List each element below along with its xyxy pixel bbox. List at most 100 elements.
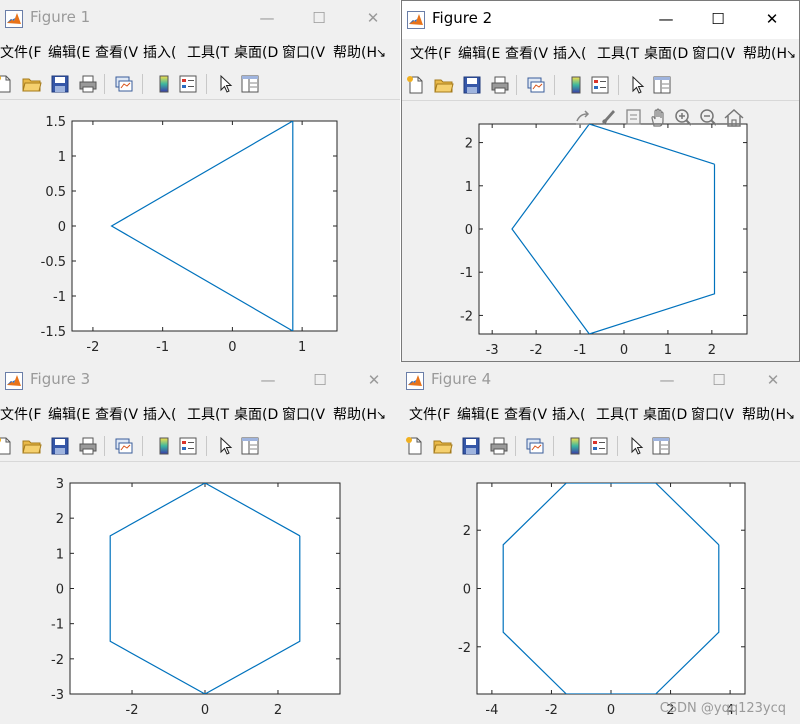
legend-icon[interactable] <box>590 75 610 95</box>
title-bar[interactable]: Figure 3 — ☐ ✕ <box>0 362 401 400</box>
open-folder-icon[interactable] <box>434 75 454 95</box>
minimize-button[interactable]: — <box>252 4 282 32</box>
colorbar-icon[interactable] <box>154 436 174 456</box>
new-file-icon[interactable] <box>0 74 14 94</box>
pointer-icon[interactable] <box>216 436 236 456</box>
link-plot-icon[interactable] <box>525 436 545 456</box>
menu-item[interactable]: 桌面(D <box>234 400 278 430</box>
new-file-icon[interactable] <box>0 436 14 456</box>
print-icon[interactable] <box>489 436 509 456</box>
save-icon[interactable] <box>461 436 481 456</box>
menu-item[interactable]: 工具(T <box>597 39 639 69</box>
menu-item[interactable]: 窗口(V <box>692 39 735 69</box>
close-button[interactable]: ✕ <box>359 366 389 394</box>
pan-hand-icon[interactable] <box>647 106 671 130</box>
menu-item[interactable]: 插入( <box>143 38 176 68</box>
datatip-icon[interactable] <box>622 106 646 130</box>
link-plot-icon[interactable] <box>114 74 134 94</box>
close-button[interactable]: ✕ <box>757 5 787 33</box>
menu-item[interactable]: 帮助(H <box>333 400 377 430</box>
menu-item[interactable]: 桌面(D <box>234 38 278 68</box>
minimize-button[interactable]: — <box>253 366 283 394</box>
home-icon[interactable] <box>722 106 746 130</box>
title-bar[interactable]: Figure 1 — ☐ ✕ <box>0 0 400 38</box>
figure-window-2[interactable]: Figure 2 — ☐ ✕ 文件(F 编辑(E 查看(V 插入(工具(T 桌面(D 窗口(V 帮助… <box>401 0 800 362</box>
colorbar-icon[interactable] <box>154 74 174 94</box>
menu-item[interactable]: 文件(F <box>409 400 451 430</box>
menu-item[interactable]: 查看(V <box>95 38 138 68</box>
figure-window-3[interactable]: Figure 3 — ☐ ✕ 文件(F 编辑(E 查看(V 插入(工具(T 桌面(D 窗口(V 帮助… <box>0 362 401 724</box>
menu-item[interactable]: 编辑(E <box>48 400 90 430</box>
menu-item[interactable]: 插入( <box>553 39 586 69</box>
colorbar-icon[interactable] <box>566 75 586 95</box>
export-icon[interactable] <box>572 106 596 130</box>
menu-item[interactable]: 编辑(E <box>457 400 499 430</box>
menu-item[interactable]: 窗口(V <box>691 400 734 430</box>
save-icon[interactable] <box>50 436 70 456</box>
menu-item[interactable]: 工具(T <box>596 400 638 430</box>
menu-item[interactable]: 桌面(D <box>644 39 688 69</box>
menu-item[interactable]: 窗口(V <box>282 38 325 68</box>
property-editor-icon[interactable] <box>240 74 260 94</box>
print-icon[interactable] <box>78 436 98 456</box>
print-icon[interactable] <box>490 75 510 95</box>
menu-item[interactable]: 插入( <box>552 400 585 430</box>
menu-overflow-icon[interactable]: ↘ <box>376 400 386 430</box>
save-icon[interactable] <box>50 74 70 94</box>
menu-item[interactable]: 编辑(E <box>458 39 500 69</box>
open-folder-icon[interactable] <box>433 436 453 456</box>
menu-item[interactable]: 文件(F <box>410 39 452 69</box>
link-plot-icon[interactable] <box>526 75 546 95</box>
open-folder-icon[interactable] <box>22 436 42 456</box>
figure-window-1[interactable]: Figure 1 — ☐ ✕ 文件(F 编辑(E 查看(V 插入(工具(T 桌面(D 窗口(V 帮助… <box>0 0 400 362</box>
menu-item[interactable]: 帮助(H <box>743 39 787 69</box>
menu-overflow-icon[interactable]: ↘ <box>376 38 386 68</box>
brush-icon[interactable] <box>597 106 621 130</box>
axes-box[interactable] <box>478 123 748 335</box>
close-button[interactable]: ✕ <box>358 4 388 32</box>
menu-item[interactable]: 文件(F <box>0 38 42 68</box>
legend-icon[interactable] <box>178 74 198 94</box>
property-editor-icon[interactable] <box>652 75 672 95</box>
link-plot-icon[interactable] <box>114 436 134 456</box>
menu-item[interactable]: 查看(V <box>504 400 547 430</box>
menu-overflow-icon[interactable]: ↘ <box>785 400 795 430</box>
menu-item[interactable]: 文件(F <box>0 400 42 430</box>
zoom-out-icon[interactable] <box>697 106 721 130</box>
colorbar-icon[interactable] <box>565 436 585 456</box>
pointer-icon[interactable] <box>216 74 236 94</box>
menu-item[interactable]: 桌面(D <box>643 400 687 430</box>
menu-item[interactable]: 帮助(H <box>742 400 786 430</box>
pointer-icon[interactable] <box>628 75 648 95</box>
minimize-button[interactable]: — <box>652 366 682 394</box>
title-bar[interactable]: Figure 4 — ☐ ✕ <box>401 362 800 400</box>
close-button[interactable]: ✕ <box>758 366 788 394</box>
property-editor-icon[interactable] <box>240 436 260 456</box>
figure-window-4[interactable]: Figure 4 — ☐ ✕ 文件(F 编辑(E 查看(V 插入(工具(T 桌面(D 窗口(V 帮助… <box>401 362 800 724</box>
legend-icon[interactable] <box>589 436 609 456</box>
pointer-icon[interactable] <box>627 436 647 456</box>
property-editor-icon[interactable] <box>651 436 671 456</box>
maximize-button[interactable]: ☐ <box>305 366 335 394</box>
maximize-button[interactable]: ☐ <box>304 4 334 32</box>
menu-item[interactable]: 工具(T <box>187 38 229 68</box>
title-bar[interactable]: Figure 2 — ☐ ✕ <box>402 1 799 39</box>
new-file-icon[interactable] <box>405 436 425 456</box>
open-folder-icon[interactable] <box>22 74 42 94</box>
menu-overflow-icon[interactable]: ↘ <box>786 39 796 69</box>
save-icon[interactable] <box>462 75 482 95</box>
minimize-button[interactable]: — <box>651 5 681 33</box>
menu-item[interactable]: 查看(V <box>95 400 138 430</box>
menu-item[interactable]: 编辑(E <box>48 38 90 68</box>
axes-box[interactable] <box>476 482 746 695</box>
menu-item[interactable]: 工具(T <box>187 400 229 430</box>
menu-item[interactable]: 插入( <box>143 400 176 430</box>
menu-item[interactable]: 查看(V <box>505 39 548 69</box>
maximize-button[interactable]: ☐ <box>704 366 734 394</box>
menu-item[interactable]: 帮助(H <box>333 38 377 68</box>
zoom-in-icon[interactable] <box>672 106 696 130</box>
maximize-button[interactable]: ☐ <box>703 5 733 33</box>
print-icon[interactable] <box>78 74 98 94</box>
legend-icon[interactable] <box>178 436 198 456</box>
new-file-icon[interactable] <box>406 75 426 95</box>
